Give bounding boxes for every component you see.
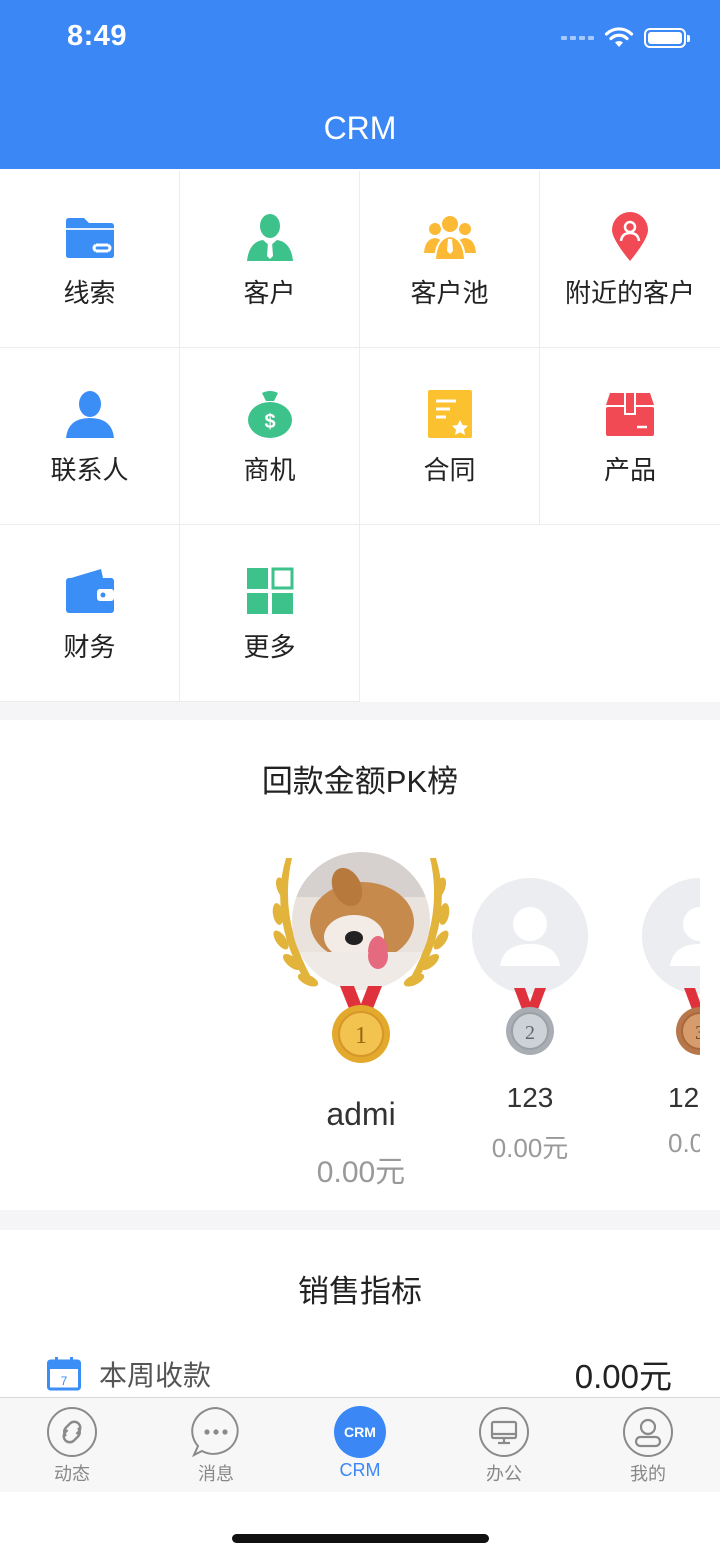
metric-weekly-collection[interactable]: 7 本周收款 0.00元 xyxy=(47,1350,672,1398)
module-more[interactable]: 更多 xyxy=(180,525,360,702)
module-label: 附近的客户 xyxy=(564,278,695,308)
rank-3-name: 12 xyxy=(668,1082,700,1113)
module-label: 客户池 xyxy=(410,278,489,308)
tab-office[interactable]: 办公 xyxy=(432,1398,576,1492)
module-grid: 线索 客户 客户池 附近的客户 联系人 $ 商机 合同 产品 财务 更多 xyxy=(0,171,720,702)
module-label: 联系人 xyxy=(50,455,129,485)
module-contact[interactable]: 联系人 xyxy=(0,348,180,525)
svg-text:7: 7 xyxy=(61,1374,68,1388)
tab-crm[interactable]: CRM CRM xyxy=(288,1398,432,1492)
module-label: 财务 xyxy=(63,632,116,662)
svg-text:2: 2 xyxy=(525,1022,535,1044)
svg-text:CRM: CRM xyxy=(344,1424,376,1440)
clue-folder-icon xyxy=(62,209,118,265)
office-monitor-icon xyxy=(478,1406,530,1458)
avatar-photo-rank-1 xyxy=(292,852,430,990)
module-clue[interactable]: 线索 xyxy=(0,171,180,348)
page-title: CRM xyxy=(323,110,397,146)
cellular-signal-icon xyxy=(561,36,594,40)
module-finance[interactable]: 财务 xyxy=(0,525,180,702)
battery-icon xyxy=(644,28,690,48)
gold-medal-icon: 1 xyxy=(332,1005,390,1063)
home-indicator xyxy=(232,1534,489,1543)
rank-2-item[interactable]: 2 123 0.00元 xyxy=(470,878,590,1168)
module-opportunity[interactable]: $ 商机 xyxy=(180,348,360,525)
sales-title: 销售指标 xyxy=(298,1274,422,1309)
module-customer[interactable]: 客户 xyxy=(180,171,360,348)
section-divider xyxy=(0,1210,720,1230)
module-label: 商机 xyxy=(243,455,296,485)
svg-text:$: $ xyxy=(264,411,275,433)
rank-2-amount: 0.00元 xyxy=(491,1133,569,1163)
tab-label: 办公 xyxy=(486,1464,522,1484)
default-avatar-icon xyxy=(642,878,700,994)
rank-3-amount: 0.0 xyxy=(668,1128,700,1158)
metric-value: 0.00元 xyxy=(574,1358,672,1395)
product-box-icon xyxy=(602,386,658,442)
tab-dynamics[interactable]: 动态 xyxy=(0,1398,144,1492)
rank-1-name: admi xyxy=(326,1096,396,1132)
bottom-tab-bar: 动态 消息 CRM CRM 办公 我的 xyxy=(0,1397,720,1492)
rank-1-amount: 0.00元 xyxy=(316,1156,406,1189)
tab-label: 我的 xyxy=(630,1464,666,1484)
rank-2-name: 123 xyxy=(506,1082,554,1113)
tab-label: CRM xyxy=(339,1460,381,1480)
crm-icon: CRM xyxy=(334,1406,386,1458)
default-avatar-icon xyxy=(472,878,588,994)
location-pin-icon xyxy=(602,209,658,265)
money-bag-icon: $ xyxy=(242,386,298,442)
module-contract[interactable]: 合同 xyxy=(360,348,540,525)
customer-icon xyxy=(242,209,298,265)
dynamics-link-icon xyxy=(46,1406,98,1458)
profile-icon xyxy=(622,1406,674,1458)
wifi-icon xyxy=(604,27,634,47)
tab-label: 消息 xyxy=(198,1464,234,1484)
rank-1-item[interactable]: 1 admi 0.00元 xyxy=(266,848,456,1189)
contact-person-icon xyxy=(62,386,118,442)
rank-3-item[interactable]: 3 12 0.0 xyxy=(640,878,700,1168)
metric-label: 本周收款 xyxy=(99,1360,212,1391)
top-header: 8:49 CRM xyxy=(0,0,720,169)
section-divider xyxy=(0,702,720,720)
bronze-medal-icon: 3 xyxy=(676,1007,700,1055)
svg-text:3: 3 xyxy=(695,1022,700,1044)
customer-pool-icon xyxy=(422,209,478,265)
tab-messages[interactable]: 消息 xyxy=(144,1398,288,1492)
contract-icon xyxy=(422,386,478,442)
svg-text:1: 1 xyxy=(355,1023,367,1049)
silver-medal-icon: 2 xyxy=(506,1007,554,1055)
module-label: 合同 xyxy=(423,455,476,485)
more-grid-icon xyxy=(242,563,298,619)
tab-label: 动态 xyxy=(54,1464,90,1484)
calendar-icon: 7 xyxy=(47,1357,81,1391)
wallet-icon xyxy=(62,563,118,619)
module-nearby-customer[interactable]: 附近的客户 xyxy=(540,171,720,348)
tab-mine[interactable]: 我的 xyxy=(576,1398,720,1492)
pk-board-title: 回款金额PK榜 xyxy=(261,764,459,799)
status-icons xyxy=(561,26,690,50)
module-label: 产品 xyxy=(603,455,656,485)
module-customer-pool[interactable]: 客户池 xyxy=(360,171,540,348)
module-product[interactable]: 产品 xyxy=(540,348,720,525)
module-label: 线索 xyxy=(63,278,116,308)
message-bubble-icon xyxy=(190,1406,242,1458)
module-label: 客户 xyxy=(243,278,296,308)
module-label: 更多 xyxy=(243,632,296,662)
status-time: 8:49 xyxy=(67,20,128,52)
